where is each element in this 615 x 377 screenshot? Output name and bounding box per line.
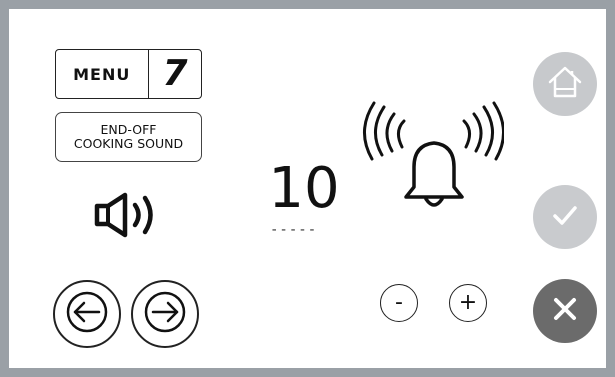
menu-label: MENU <box>73 64 131 84</box>
arrow-right-icon <box>142 289 188 339</box>
speaker-icon <box>91 189 171 241</box>
menu-number: 7 <box>162 53 188 94</box>
close-icon <box>547 291 583 331</box>
check-icon <box>547 197 583 237</box>
value-underline-dashes: ----- <box>270 222 318 238</box>
oven-display-screen: MENU 7 END-OFF COOKING SOUND 10 ----- - … <box>0 0 615 377</box>
home-icon <box>545 62 585 106</box>
next-button[interactable] <box>131 280 199 348</box>
home-button[interactable] <box>533 52 597 116</box>
bell-ringing-icon <box>354 101 505 221</box>
current-value: 10 <box>268 156 340 221</box>
menu-indicator[interactable]: MENU 7 <box>55 49 202 99</box>
increase-button[interactable]: + <box>449 284 487 322</box>
previous-button[interactable] <box>53 280 121 348</box>
setting-title: END-OFF COOKING SOUND <box>55 112 202 162</box>
setting-title-line2: COOKING SOUND <box>73 136 184 151</box>
cancel-button[interactable] <box>533 279 597 343</box>
decrease-button[interactable]: - <box>380 284 418 322</box>
setting-title-line1: END-OFF <box>100 122 157 138</box>
confirm-button[interactable] <box>533 185 597 249</box>
arrow-left-icon <box>64 289 110 339</box>
